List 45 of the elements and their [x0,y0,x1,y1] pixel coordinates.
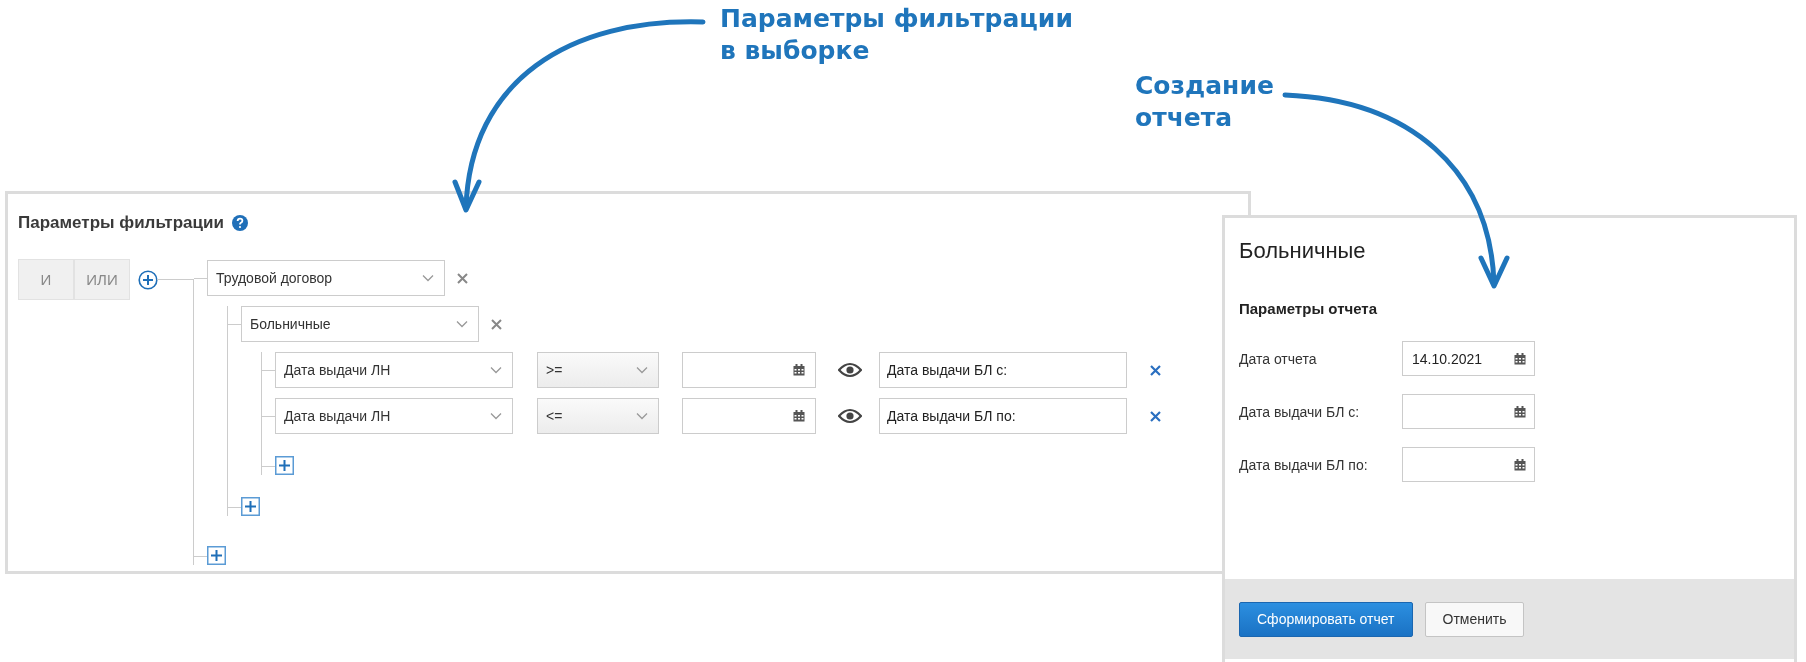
close-icon[interactable] [491,318,502,330]
add-icon[interactable] [241,497,260,516]
annotation-text: Параметры фильтрации в выборке [720,3,1073,67]
dropdown[interactable]: Больничные [241,306,479,342]
close-icon[interactable] [1150,410,1161,422]
chevron-down-icon [636,412,648,420]
calendar-icon[interactable] [793,364,805,376]
calendar-icon[interactable] [1514,405,1526,418]
date-field[interactable] [1402,394,1535,429]
panel-title: Параметры фильтрации [18,213,224,233]
add-circle-icon[interactable] [138,270,158,290]
chevron-down-icon [636,366,648,374]
field-label: Дата отчета [1239,350,1318,367]
field-label: Дата выдачи БЛ по: [1239,456,1369,473]
caption-field[interactable]: Дата выдачи БЛ по: [879,398,1127,434]
caption-field[interactable]: Дата выдачи БЛ с: [879,352,1127,388]
submit-button[interactable]: Сформировать отчет [1239,601,1413,637]
add-icon[interactable] [275,456,294,475]
operator-dropdown[interactable]: >= [537,352,659,388]
close-icon[interactable] [1150,364,1161,376]
eye-icon[interactable] [838,362,862,378]
annotation-text: Создание отчета [1135,70,1274,134]
date-field[interactable]: 14.10.2021 [1402,341,1535,376]
field-dropdown[interactable]: Дата выдачи ЛН [275,352,513,388]
add-icon[interactable] [207,546,226,565]
chevron-down-icon [490,412,502,420]
date-field[interactable] [682,352,816,388]
chevron-down-icon [456,320,468,328]
cancel-button[interactable]: Отменить [1424,601,1525,637]
date-field[interactable] [682,398,816,434]
section-title: Параметры отчета [1239,300,1379,317]
field-label: Дата выдачи БЛ с: [1239,403,1361,420]
help-icon[interactable] [231,215,248,231]
date-field[interactable] [1402,447,1535,482]
chevron-down-icon [422,274,434,282]
dropdown[interactable]: Трудовой договор [207,260,445,296]
calendar-icon[interactable] [1514,352,1526,365]
report-title: Больничные [1239,238,1367,265]
chevron-down-icon [490,366,502,374]
calendar-icon[interactable] [1514,458,1526,471]
operator-dropdown[interactable]: <= [537,398,659,434]
close-icon[interactable] [457,272,468,284]
eye-icon[interactable] [838,408,862,424]
field-dropdown[interactable]: Дата выдачи ЛН [275,398,513,434]
calendar-icon[interactable] [793,410,805,422]
